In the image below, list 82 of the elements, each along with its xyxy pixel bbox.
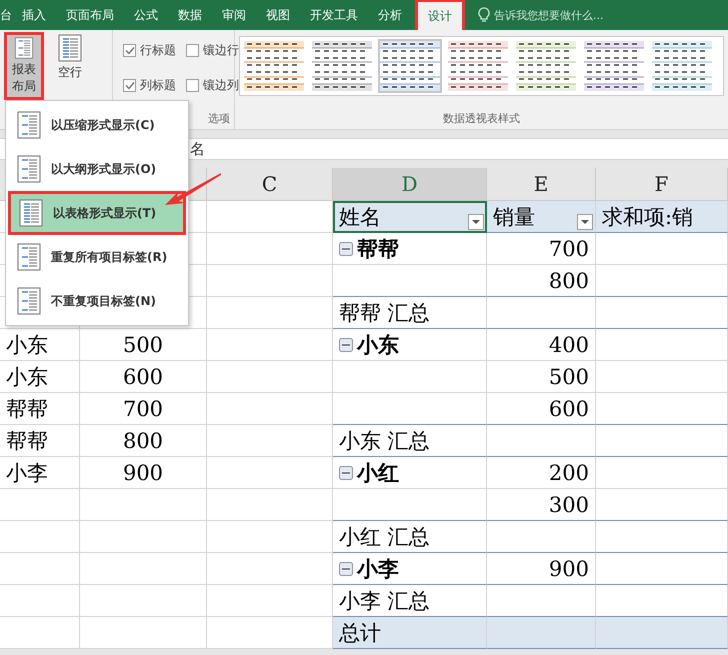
layout-icon	[12, 37, 36, 59]
layout-icon	[17, 111, 41, 139]
tell-me-field[interactable]: 告诉我您想要做什么...	[494, 8, 604, 22]
lightbulb-icon	[478, 7, 490, 23]
ribbon-tab[interactable]: 台	[0, 0, 12, 30]
checkmark-icon	[124, 46, 134, 55]
table-cell: 小东	[0, 329, 80, 361]
pivot-row-label: 小东	[357, 330, 399, 358]
pivot-row-label: 帮帮 汇总	[339, 300, 430, 326]
layout-button[interactable]: 报表布局	[4, 32, 44, 100]
table-cell: 小东	[0, 361, 80, 393]
column-header[interactable]: D	[333, 168, 487, 201]
pivot-value: 500	[548, 364, 589, 388]
pivot-row-label: 帮帮	[357, 234, 399, 262]
menu-item[interactable]: 重复所有项目标签(R)	[6, 235, 188, 279]
table-cell: 800	[80, 425, 207, 457]
pivot-value: 800	[548, 268, 589, 292]
table-cell: 小李	[0, 457, 80, 489]
pivot-value: 600	[548, 396, 589, 420]
pivot-row-label: 小红	[357, 458, 399, 486]
collapse-icon[interactable]	[339, 562, 353, 576]
menu-item[interactable]: 以压缩形式显示(C)	[6, 103, 188, 147]
table-cell: 700	[80, 393, 207, 425]
ribbon-tab[interactable]: 分析	[368, 0, 412, 30]
pivot-value: 300	[548, 492, 589, 516]
filter-dropdown-icon[interactable]	[468, 214, 484, 230]
pivot-value: 700	[548, 236, 589, 260]
table-cell: 帮帮	[0, 393, 80, 425]
option-checkbox[interactable]: 镶边行	[186, 42, 239, 59]
pivot-row-label: 小李	[357, 554, 399, 582]
table-cell: 500	[80, 329, 207, 361]
pivot-style-swatch[interactable]	[310, 39, 374, 93]
ribbon-tab[interactable]: 视图	[256, 0, 300, 30]
collapse-icon[interactable]	[339, 242, 353, 256]
collapse-icon[interactable]	[339, 466, 353, 480]
pivot-row-label: 小李 汇总	[339, 588, 430, 614]
ribbon-tab[interactable]: 审阅	[212, 0, 256, 30]
option-checkbox[interactable]: 列标题	[123, 77, 176, 94]
layout-button[interactable]: 空行	[50, 32, 90, 100]
ribbon-tab[interactable]: 设计	[418, 2, 462, 30]
pivot-row-label: 总计	[339, 620, 381, 646]
pivot-style-swatch[interactable]	[582, 39, 646, 93]
pivot-style-swatch[interactable]	[650, 39, 714, 93]
column-header[interactable]: C	[207, 168, 333, 201]
group-label: 数据透视表样式	[443, 111, 520, 127]
checkmark-icon	[124, 81, 134, 90]
layout-icon	[58, 34, 82, 62]
pivot-value: 销量	[493, 204, 535, 230]
layout-icon	[17, 155, 41, 183]
pivot-value: 200	[548, 460, 589, 484]
pivot-row-label: 姓名	[339, 204, 381, 230]
layout-icon	[17, 243, 41, 271]
pivot-row-label: 小红 汇总	[339, 524, 430, 550]
formula-text: 名	[190, 140, 205, 158]
table-cell: 帮帮	[0, 425, 80, 457]
pivot-style-swatch[interactable]	[514, 39, 578, 93]
collapse-icon[interactable]	[339, 338, 353, 352]
option-checkbox[interactable]: 镶边列	[186, 77, 239, 94]
ribbon-tab[interactable]: 页面布局	[56, 0, 124, 30]
option-checkbox[interactable]: 行标题	[123, 42, 176, 59]
pivot-field-header: 求和项:销	[602, 204, 694, 230]
menu-item[interactable]: 不重复项目标签(N)	[6, 279, 188, 323]
layout-icon	[19, 199, 43, 227]
layout-icon	[17, 287, 41, 315]
pivot-row-label: 小东 汇总	[339, 428, 430, 454]
filter-dropdown-icon[interactable]	[577, 214, 593, 230]
ribbon-tab[interactable]: 公式	[124, 0, 168, 30]
menu-item[interactable]: 以大纲形式显示(O)	[6, 147, 188, 191]
pivot-value: 400	[548, 332, 589, 356]
column-header[interactable]: F	[596, 168, 728, 201]
column-header[interactable]: E	[487, 168, 596, 201]
pivot-style-swatch[interactable]	[446, 39, 510, 93]
ribbon-tab[interactable]: 开发工具	[300, 0, 368, 30]
pivot-style-swatch[interactable]	[242, 39, 306, 93]
menu-item[interactable]: 以表格形式显示(T)	[8, 191, 186, 235]
pivot-value: 900	[548, 556, 589, 580]
table-cell: 900	[80, 457, 207, 489]
pivot-style-swatch[interactable]	[378, 39, 442, 93]
table-cell: 600	[80, 361, 207, 393]
ribbon-tab[interactable]: 数据	[168, 0, 212, 30]
group-label: 选项	[208, 111, 230, 127]
ribbon-tab[interactable]: 插入	[12, 0, 56, 30]
